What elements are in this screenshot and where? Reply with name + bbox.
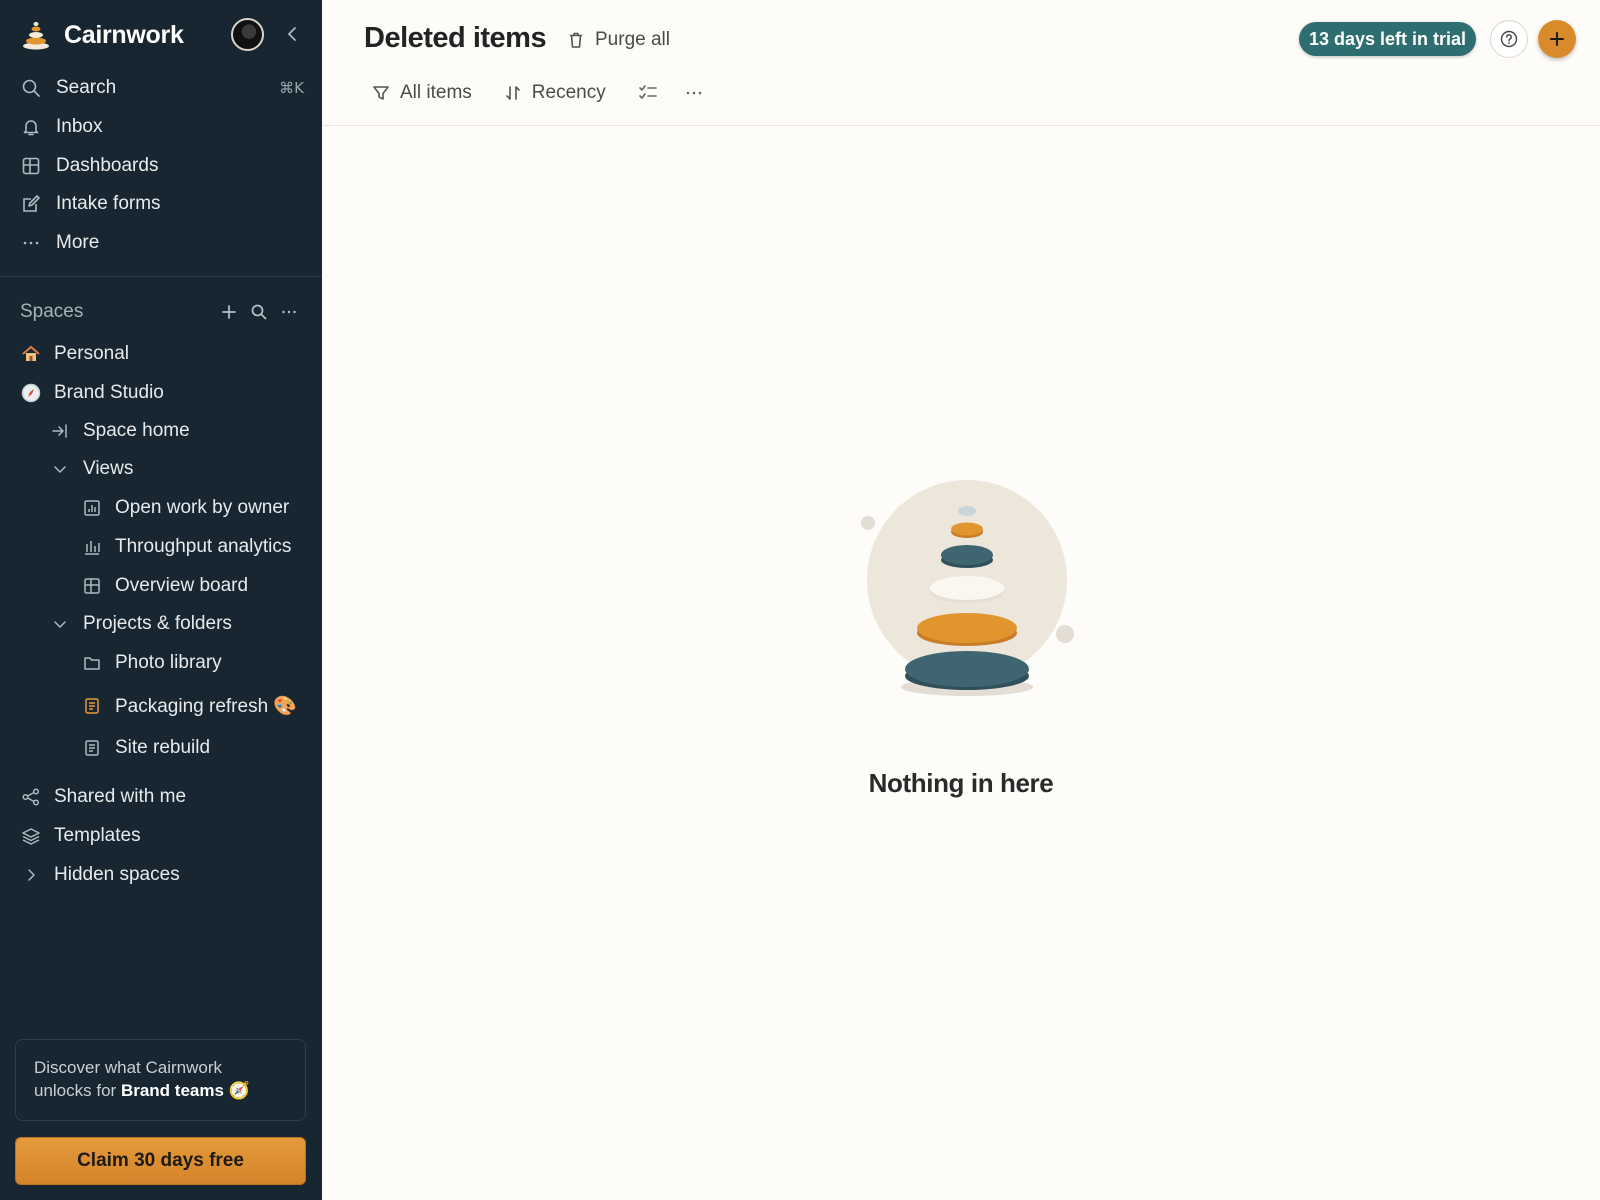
tree-label: Photo library bbox=[115, 652, 222, 673]
select-items-button[interactable] bbox=[638, 83, 658, 103]
tree-label: Site rebuild bbox=[115, 737, 211, 758]
nav-intake-forms[interactable]: Intake forms bbox=[20, 187, 304, 221]
checklist-icon bbox=[638, 85, 657, 99]
compass-icon bbox=[21, 383, 41, 403]
purge-all-button[interactable]: Purge all bbox=[567, 26, 670, 54]
space-home[interactable]: Space home bbox=[49, 414, 190, 448]
hidden-spaces[interactable]: Hidden spaces bbox=[20, 858, 180, 892]
spaces-label: Spaces bbox=[20, 301, 84, 322]
trial-badge[interactable]: 13 days left in trial bbox=[1299, 22, 1476, 56]
promo-line-1: Discover what Cairnwork bbox=[34, 1058, 222, 1077]
tree-label: Space home bbox=[83, 420, 190, 441]
folder-icon bbox=[84, 657, 100, 670]
view-open-work[interactable]: Open work by owner bbox=[81, 491, 289, 525]
brand-name: Cairnwork bbox=[64, 20, 184, 49]
house-icon bbox=[22, 345, 40, 361]
chevron-right-icon bbox=[28, 869, 35, 881]
nav-label: Search bbox=[56, 77, 117, 98]
shared-with-me[interactable]: Shared with me bbox=[20, 780, 186, 814]
sort-label: Recency bbox=[531, 82, 606, 103]
help-icon bbox=[1500, 30, 1518, 48]
tree-label: Views bbox=[83, 458, 134, 479]
board-icon bbox=[84, 578, 100, 594]
sidebar-divider bbox=[0, 276, 322, 277]
project-doc-icon bbox=[85, 698, 99, 714]
sort-button[interactable]: Recency bbox=[504, 82, 606, 104]
nav-label: Dashboards bbox=[56, 155, 159, 176]
create-button[interactable] bbox=[1538, 20, 1576, 58]
nav-more[interactable]: More bbox=[20, 226, 304, 260]
search-shortcut: ⌘K bbox=[279, 79, 304, 97]
share-icon bbox=[22, 788, 40, 806]
view-overview-board[interactable]: Overview board bbox=[81, 569, 248, 603]
more-dots-icon bbox=[23, 241, 39, 245]
sidebar: Cairnwork Search ⌘K Inbox Dashboards Int… bbox=[0, 0, 322, 1200]
nav-label: Inbox bbox=[56, 116, 103, 137]
purge-label: Purge all bbox=[595, 29, 670, 50]
promo-line-2: unlocks for Brand teams 🧭 bbox=[34, 1081, 250, 1100]
cairn-logo-icon bbox=[23, 22, 49, 50]
nav-inbox[interactable]: Inbox bbox=[20, 110, 304, 144]
empty-state-message: Nothing in here bbox=[868, 768, 1054, 798]
header-divider bbox=[322, 125, 1600, 126]
bell-icon bbox=[23, 120, 39, 136]
dashboard-icon bbox=[22, 157, 40, 175]
add-space-icon[interactable] bbox=[220, 303, 238, 321]
chart-icon bbox=[84, 500, 100, 516]
tree-label: Projects & folders bbox=[83, 613, 232, 634]
view-throughput[interactable]: Throughput analytics bbox=[81, 530, 291, 564]
nav-label: More bbox=[56, 232, 100, 253]
sort-icon bbox=[505, 86, 520, 100]
nav-dashboards[interactable]: Dashboards bbox=[20, 149, 304, 183]
arrow-to-line-icon bbox=[52, 424, 67, 438]
project-site-rebuild[interactable]: Site rebuild bbox=[81, 731, 210, 765]
search-spaces-icon[interactable] bbox=[250, 303, 268, 321]
form-edit-icon bbox=[23, 195, 40, 212]
nav-search[interactable]: Search ⌘K bbox=[20, 71, 304, 105]
page-title: Deleted items bbox=[364, 22, 547, 54]
more-dots-icon bbox=[686, 91, 702, 95]
collapse-sidebar-icon[interactable] bbox=[283, 24, 303, 44]
tree-label: Shared with me bbox=[54, 786, 187, 807]
spaces-header: Spaces bbox=[20, 299, 304, 325]
trash-icon bbox=[570, 32, 582, 48]
help-button[interactable] bbox=[1490, 20, 1528, 58]
templates[interactable]: Templates bbox=[20, 819, 141, 853]
tree-label: Hidden spaces bbox=[54, 864, 180, 885]
empty-cairn-illustration bbox=[861, 480, 1074, 696]
promo-highlight: Brand teams bbox=[120, 1081, 224, 1100]
project-packaging-refresh[interactable]: Packaging refresh 🎨 bbox=[81, 689, 297, 723]
upgrade-promo[interactable]: Discover what Cairnwork unlocks for Bran… bbox=[15, 1039, 306, 1121]
filter-icon bbox=[373, 86, 389, 100]
space-brand-studio[interactable]: Brand Studio bbox=[20, 376, 164, 410]
analytics-icon bbox=[85, 541, 100, 555]
space-personal[interactable]: Personal bbox=[20, 337, 129, 371]
tree-label: Packaging refresh 🎨 bbox=[115, 696, 298, 717]
tree-label: Throughput analytics bbox=[115, 536, 292, 557]
layers-icon bbox=[22, 828, 40, 845]
avatar[interactable] bbox=[231, 18, 264, 51]
search-icon bbox=[22, 79, 40, 97]
tree-label: Personal bbox=[54, 343, 129, 364]
views-group[interactable]: Views bbox=[49, 452, 133, 486]
chevron-down-icon bbox=[54, 466, 66, 473]
folder-photo-library[interactable]: Photo library bbox=[81, 646, 222, 680]
claim-trial-button[interactable]: Claim 30 days free bbox=[15, 1137, 306, 1185]
spaces-more-icon[interactable] bbox=[280, 303, 298, 321]
nav-label: Intake forms bbox=[56, 193, 161, 214]
filter-label: All items bbox=[400, 82, 472, 103]
toolbar: All items Recency bbox=[372, 78, 730, 108]
tree-label: Brand Studio bbox=[54, 382, 164, 403]
filter-button[interactable]: All items bbox=[372, 82, 472, 104]
tree-label: Open work by owner bbox=[115, 497, 290, 518]
toolbar-more-button[interactable] bbox=[684, 83, 704, 103]
chevron-down-icon bbox=[54, 621, 66, 628]
plus-icon bbox=[1550, 32, 1564, 46]
main-content: Deleted items Purge all 13 days left in … bbox=[322, 0, 1600, 1200]
projects-group[interactable]: Projects & folders bbox=[49, 607, 232, 641]
document-icon bbox=[85, 740, 99, 756]
tree-label: Templates bbox=[54, 825, 141, 846]
tree-label: Overview board bbox=[115, 575, 249, 596]
